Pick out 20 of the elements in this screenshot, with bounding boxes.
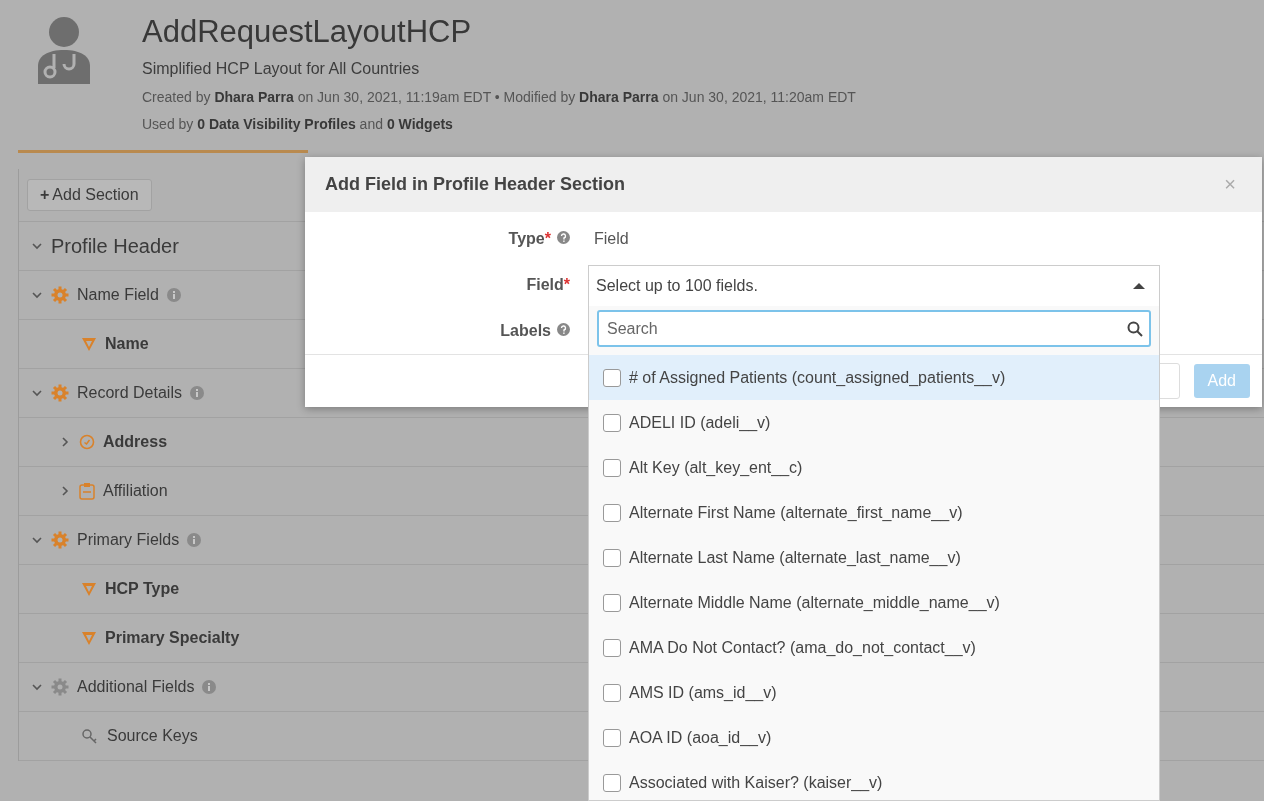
form-label: Labels xyxy=(305,322,570,340)
field-label: HCP Type xyxy=(105,580,180,598)
form-label: Field* xyxy=(525,276,570,294)
field-label: Name xyxy=(105,335,149,353)
page-subtitle: Simplified HCP Layout for All Countries xyxy=(142,60,421,78)
group-label: Name Field xyxy=(77,286,159,304)
form-label: Type* xyxy=(305,230,570,248)
usage-info: Used by 0 Data Visibility Profiles and 0 Widgets xyxy=(142,116,454,132)
object-label: Address xyxy=(103,433,168,451)
group-label: Additional Fields xyxy=(77,678,195,696)
group-label: Record Details xyxy=(77,384,182,402)
group-label: Primary Fields xyxy=(77,531,180,549)
dialog-title: Add Field in Profile Header Section xyxy=(325,174,626,195)
type-value: Field xyxy=(594,230,629,248)
field-label: Primary Specialty xyxy=(105,629,240,647)
page-title: AddRequestLayoutHCP xyxy=(142,14,473,50)
field-label: Source Keys xyxy=(107,727,198,745)
created-modified-info: Created by Dhara Parra on Jun 30, 2021, 11:19am EDT • Modified by Dhara Parra on Jun 30, 2021, 11:20am EDT xyxy=(142,89,856,105)
object-label: Affiliation xyxy=(103,482,168,500)
section-title: Profile Header xyxy=(51,234,179,258)
